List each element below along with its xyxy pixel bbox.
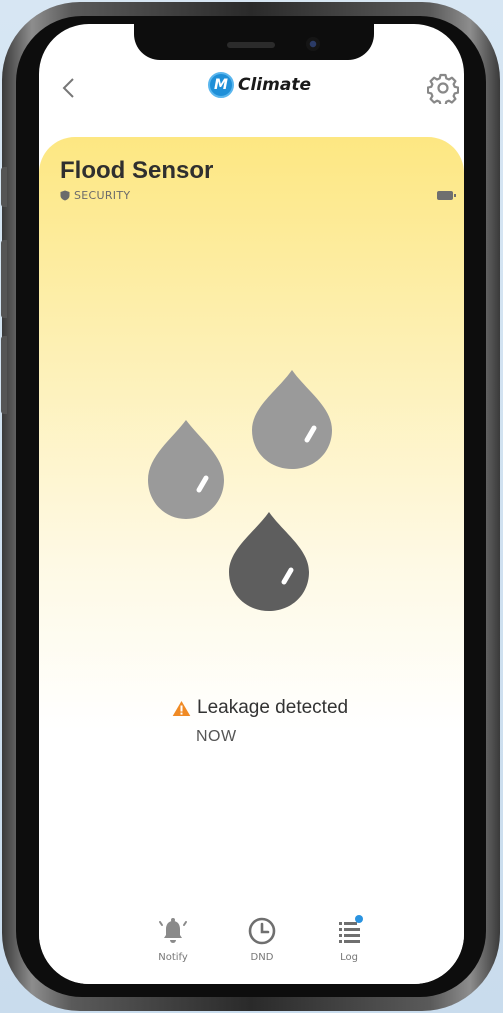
device-category: SECURITY xyxy=(60,189,130,202)
category-label: SECURITY xyxy=(74,189,131,202)
alarm-status: Leakage detected NOW xyxy=(172,697,348,746)
brand-name: Climate xyxy=(238,75,311,95)
shield-icon xyxy=(60,190,70,201)
nav-dnd-label: DND xyxy=(250,952,274,963)
nav-log[interactable]: Log xyxy=(319,914,379,963)
front-camera xyxy=(306,37,320,51)
device-name: Flood Sensor xyxy=(60,157,214,184)
back-button[interactable] xyxy=(53,72,85,104)
brand-logo-group: M Climate xyxy=(208,72,311,98)
gear-icon xyxy=(427,73,459,104)
log-badge-dot xyxy=(355,915,363,923)
bottom-nav: Notify DND Log xyxy=(39,914,464,974)
warning-icon xyxy=(172,700,191,716)
status-time: NOW xyxy=(196,728,237,745)
app-header: M Climate xyxy=(39,64,464,114)
nav-log-label: Log xyxy=(340,952,358,963)
nav-notify[interactable]: Notify xyxy=(143,914,203,963)
clock-icon xyxy=(248,917,276,945)
bell-icon xyxy=(159,918,187,943)
device-card: Flood Sensor SECURITY Leakage detected N… xyxy=(39,137,464,984)
chevron-left-icon xyxy=(62,78,74,98)
mute-switch xyxy=(1,167,7,207)
volume-up-button xyxy=(1,240,7,318)
water-drop-bottom xyxy=(229,512,309,611)
settings-button[interactable] xyxy=(426,71,460,105)
brand-logo: M xyxy=(208,72,234,98)
status-message: Leakage detected xyxy=(197,697,349,718)
battery-icon xyxy=(437,191,456,200)
notch xyxy=(134,24,374,60)
nav-dnd[interactable]: DND xyxy=(232,914,292,963)
water-drops-icon xyxy=(148,370,332,611)
water-drop-left xyxy=(148,420,224,519)
volume-down-button xyxy=(1,336,7,414)
water-drop-right xyxy=(252,370,332,469)
speaker-grille xyxy=(227,42,275,48)
app-screen: M Climate Flood Sensor SECURITY Leakage … xyxy=(39,24,464,984)
nav-notify-label: Notify xyxy=(158,952,188,963)
